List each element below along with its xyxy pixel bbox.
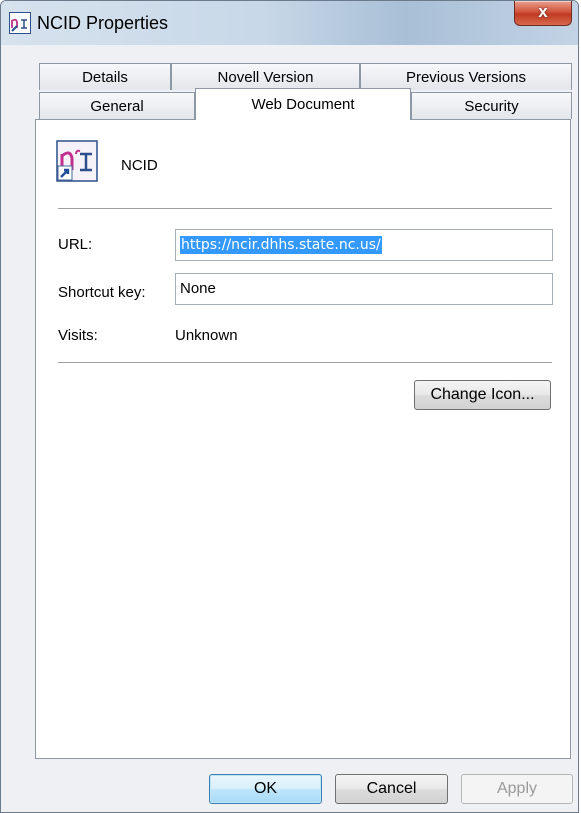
- top-separator: [58, 208, 552, 210]
- change-icon-label: Change Icon...: [430, 386, 535, 403]
- cancel-label: Cancel: [366, 780, 417, 797]
- ok-label: OK: [253, 780, 278, 797]
- tab-web-document[interactable]: Web Document: [195, 88, 411, 120]
- apply-label: Apply: [496, 780, 538, 797]
- window-title: NCID Properties: [37, 13, 169, 33]
- tab-novell-version[interactable]: Novell Version: [171, 63, 360, 90]
- shortcut-key-value: None: [180, 280, 216, 297]
- tab-label: Details: [82, 69, 128, 86]
- tab-label: Web Document: [251, 96, 355, 113]
- url-label: URL:: [58, 236, 93, 253]
- tab-general[interactable]: General: [39, 92, 195, 119]
- shortcut-key-field[interactable]: None: [175, 273, 553, 305]
- visits-value: Unknown: [175, 327, 238, 344]
- url-field[interactable]: https://ncir.dhhs.state.nc.us/: [175, 229, 553, 261]
- bottom-separator: [58, 362, 552, 364]
- tab-security[interactable]: Security: [411, 92, 572, 119]
- cancel-button[interactable]: Cancel: [335, 774, 448, 804]
- title-bar[interactable]: NCID Properties x: [1, 1, 578, 45]
- tab-details[interactable]: Details: [39, 63, 171, 90]
- visits-label: Visits:: [58, 327, 98, 344]
- apply-button[interactable]: Apply: [461, 774, 573, 804]
- close-icon: x: [538, 2, 548, 21]
- ncir-logo-icon: [9, 12, 31, 34]
- internet-shortcut-icon: [56, 140, 98, 182]
- tab-label: Security: [464, 98, 519, 115]
- tab-label: General: [90, 98, 144, 115]
- app-name: NCID: [121, 157, 158, 174]
- tab-label: Previous Versions: [405, 69, 527, 86]
- url-value: https://ncir.dhhs.state.nc.us/: [180, 236, 382, 254]
- tab-previous-versions[interactable]: Previous Versions: [360, 63, 572, 90]
- ok-button[interactable]: OK: [209, 774, 322, 804]
- change-icon-button[interactable]: Change Icon...: [414, 380, 551, 410]
- tab-label: Novell Version: [217, 69, 314, 86]
- close-button[interactable]: x: [514, 1, 572, 26]
- shortcut-key-label: Shortcut key:: [58, 284, 146, 301]
- properties-window: NCID Properties x Details Novell Version…: [0, 0, 579, 813]
- web-document-panel: NCID URL: https://ncir.dhhs.state.nc.us/…: [35, 119, 571, 759]
